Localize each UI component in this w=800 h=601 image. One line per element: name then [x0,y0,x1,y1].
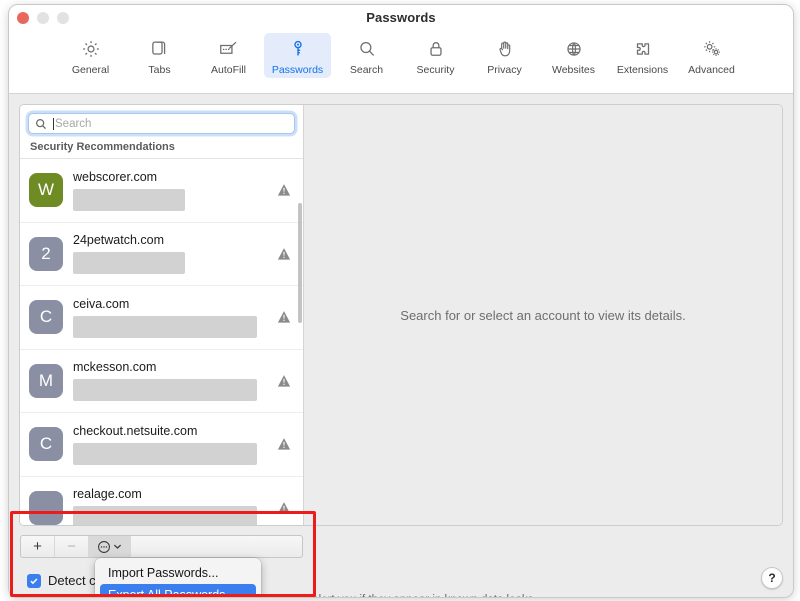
security-recommendations-header: Security Recommendations [30,141,175,153]
row-domain: mckesson.com [73,360,157,375]
add-password-button[interactable]: + [21,536,55,557]
table-row[interactable]: C ceiva.com [20,286,303,350]
toolbar-item-extensions[interactable]: Extensions [609,33,676,78]
menu-item-export-all-passwords[interactable]: Export All Passwords... [100,584,256,597]
toolbar-item-autofill[interactable]: AutoFill [195,33,262,78]
warning-triangle-icon[interactable] [273,374,295,388]
warning-triangle-icon[interactable] [273,437,295,451]
remove-password-button[interactable]: − [55,536,89,557]
toolbar-item-label: Advanced [688,64,735,76]
row-text: ceiva.com [73,297,269,338]
autofill-icon [217,36,241,62]
preferences-window: Passwords General Tabs AutoFill Password… [8,4,794,598]
search-container: Search [20,105,303,140]
account-detail-pane: Search for or select an account to view … [304,105,782,525]
redacted-username [73,506,257,525]
passwords-sidebar: Search Security Recommendations W websco… [20,105,304,525]
toolbar-item-tabs[interactable]: Tabs [126,33,193,78]
lock-icon [425,36,447,62]
avatar: W [29,173,63,208]
sidebar-scrollbar[interactable] [298,203,302,323]
text-caret [53,117,54,130]
hand-icon [494,36,516,62]
table-row[interactable]: 2 24petwatch.com [20,223,303,286]
row-text: checkout.netsuite.com [73,424,269,465]
table-row[interactable]: M mckesson.com [20,350,303,413]
menu-item-import-passwords[interactable]: Import Passwords... [100,562,256,584]
puzzle-icon [632,36,654,62]
toolbar-item-search[interactable]: Search [333,33,400,78]
preferences-content: Search Security Recommendations W websco… [9,94,793,597]
help-button[interactable]: ? [761,567,783,589]
toolbar-item-label: Websites [552,64,595,76]
more-actions-button[interactable] [89,536,131,557]
globe-icon [563,36,585,62]
toolbar-item-label: Passwords [271,64,324,76]
toolbar-item-advanced[interactable]: Advanced [678,33,745,78]
toolbar-item-websites[interactable]: Websites [540,33,607,78]
toolbar-item-label: AutoFill [210,64,246,76]
toolbar-item-general[interactable]: General [57,33,124,78]
more-actions-popup-menu: Import Passwords... Export All Passwords… [95,558,261,597]
redacted-username [73,315,257,338]
toolbar-item-passwords[interactable]: Passwords [264,33,331,78]
redacted-username [73,379,257,402]
redacted-username [73,188,185,211]
toolbar-spacer [131,536,302,557]
toolbar-item-label: Extensions [616,64,669,76]
detect-compromised-checkbox[interactable] [27,573,41,588]
gear-icon [80,36,102,62]
toolbar-item-privacy[interactable]: Privacy [471,33,538,78]
table-row[interactable]: W webscorer.com [20,159,303,223]
avatar: C [29,300,63,335]
warning-triangle-icon[interactable] [273,501,295,515]
passwords-panel: Search Security Recommendations W websco… [19,104,783,526]
toolbar-item-label: Privacy [487,64,522,76]
row-text: 24petwatch.com [73,233,269,275]
search-input[interactable]: Search [28,113,295,134]
toolbar-item-label: Security [416,64,455,76]
warning-triangle-icon[interactable] [273,247,295,261]
row-domain: checkout.netsuite.com [73,423,198,438]
row-domain: realage.com [73,487,142,502]
tabs-icon [149,36,171,62]
row-domain: ceiva.com [73,296,130,311]
chevron-down-icon [113,544,122,549]
row-text: mckesson.com [73,360,269,402]
search-icon [356,36,378,62]
table-row[interactable]: C checkout.netsuite.com [20,413,303,477]
redacted-username [73,442,257,465]
window-titlebar: Passwords [9,5,793,31]
toolbar-item-label: Tabs [148,64,171,76]
avatar: C [29,427,63,462]
avatar: 2 [29,236,63,271]
warning-triangle-icon[interactable] [273,310,295,324]
key-icon [287,36,309,62]
preferences-toolbar: General Tabs AutoFill Passwords Search S… [9,31,793,94]
window-title: Passwords [366,10,436,25]
search-icon [35,118,47,130]
row-domain: 24petwatch.com [73,233,165,248]
row-text: webscorer.com [73,170,269,211]
gears-icon [700,36,724,62]
toolbar-item-security[interactable]: Security [402,33,469,78]
avatar [29,490,63,525]
circle-ellipsis-icon [98,540,110,553]
toolbar-item-label: Search [349,64,384,76]
toolbar-item-label: General [71,64,110,76]
search-placeholder: Search [55,117,92,130]
warning-triangle-icon[interactable] [273,183,295,197]
empty-state-message: Search for or select an account to view … [400,307,686,323]
list-bottom-toolbar: + − [20,535,303,558]
redacted-username [73,252,185,275]
avatar: M [29,363,63,398]
row-domain: webscorer.com [73,169,158,184]
table-row[interactable]: realage.com [20,477,303,525]
row-text: realage.com [73,487,269,525]
password-list[interactable]: W webscorer.com 2 24petwatch.com C ceiva… [20,158,303,525]
check-icon [30,577,38,584]
